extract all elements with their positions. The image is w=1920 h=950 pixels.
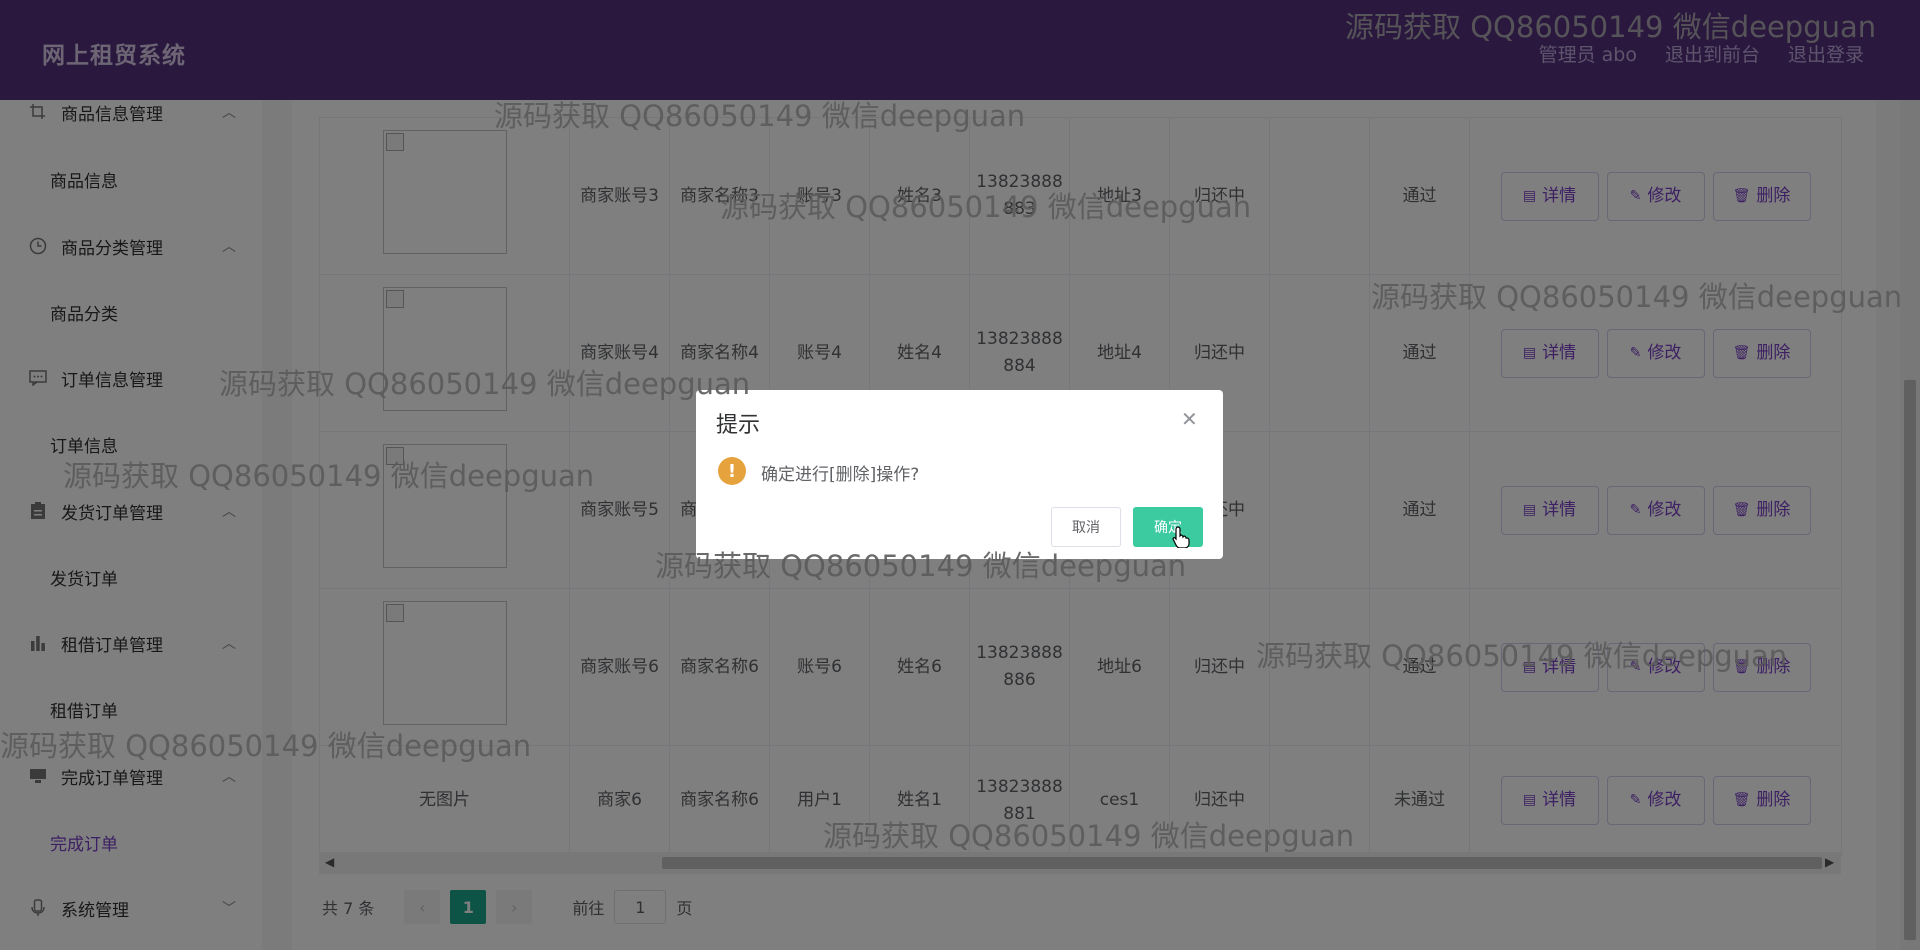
hand-cursor-icon bbox=[1172, 526, 1190, 548]
confirm-button[interactable]: 确定 bbox=[1133, 507, 1203, 547]
cancel-button[interactable]: 取消 bbox=[1051, 507, 1121, 547]
dialog-title: 提示 bbox=[716, 413, 761, 438]
close-icon[interactable]: ✕ bbox=[1181, 407, 1198, 431]
confirm-dialog: 提示 ✕ ! 确定进行[删除]操作? 取消 确定 bbox=[696, 390, 1223, 559]
warning-icon: ! bbox=[718, 457, 746, 485]
dialog-message: 确定进行[删除]操作? bbox=[761, 465, 920, 485]
